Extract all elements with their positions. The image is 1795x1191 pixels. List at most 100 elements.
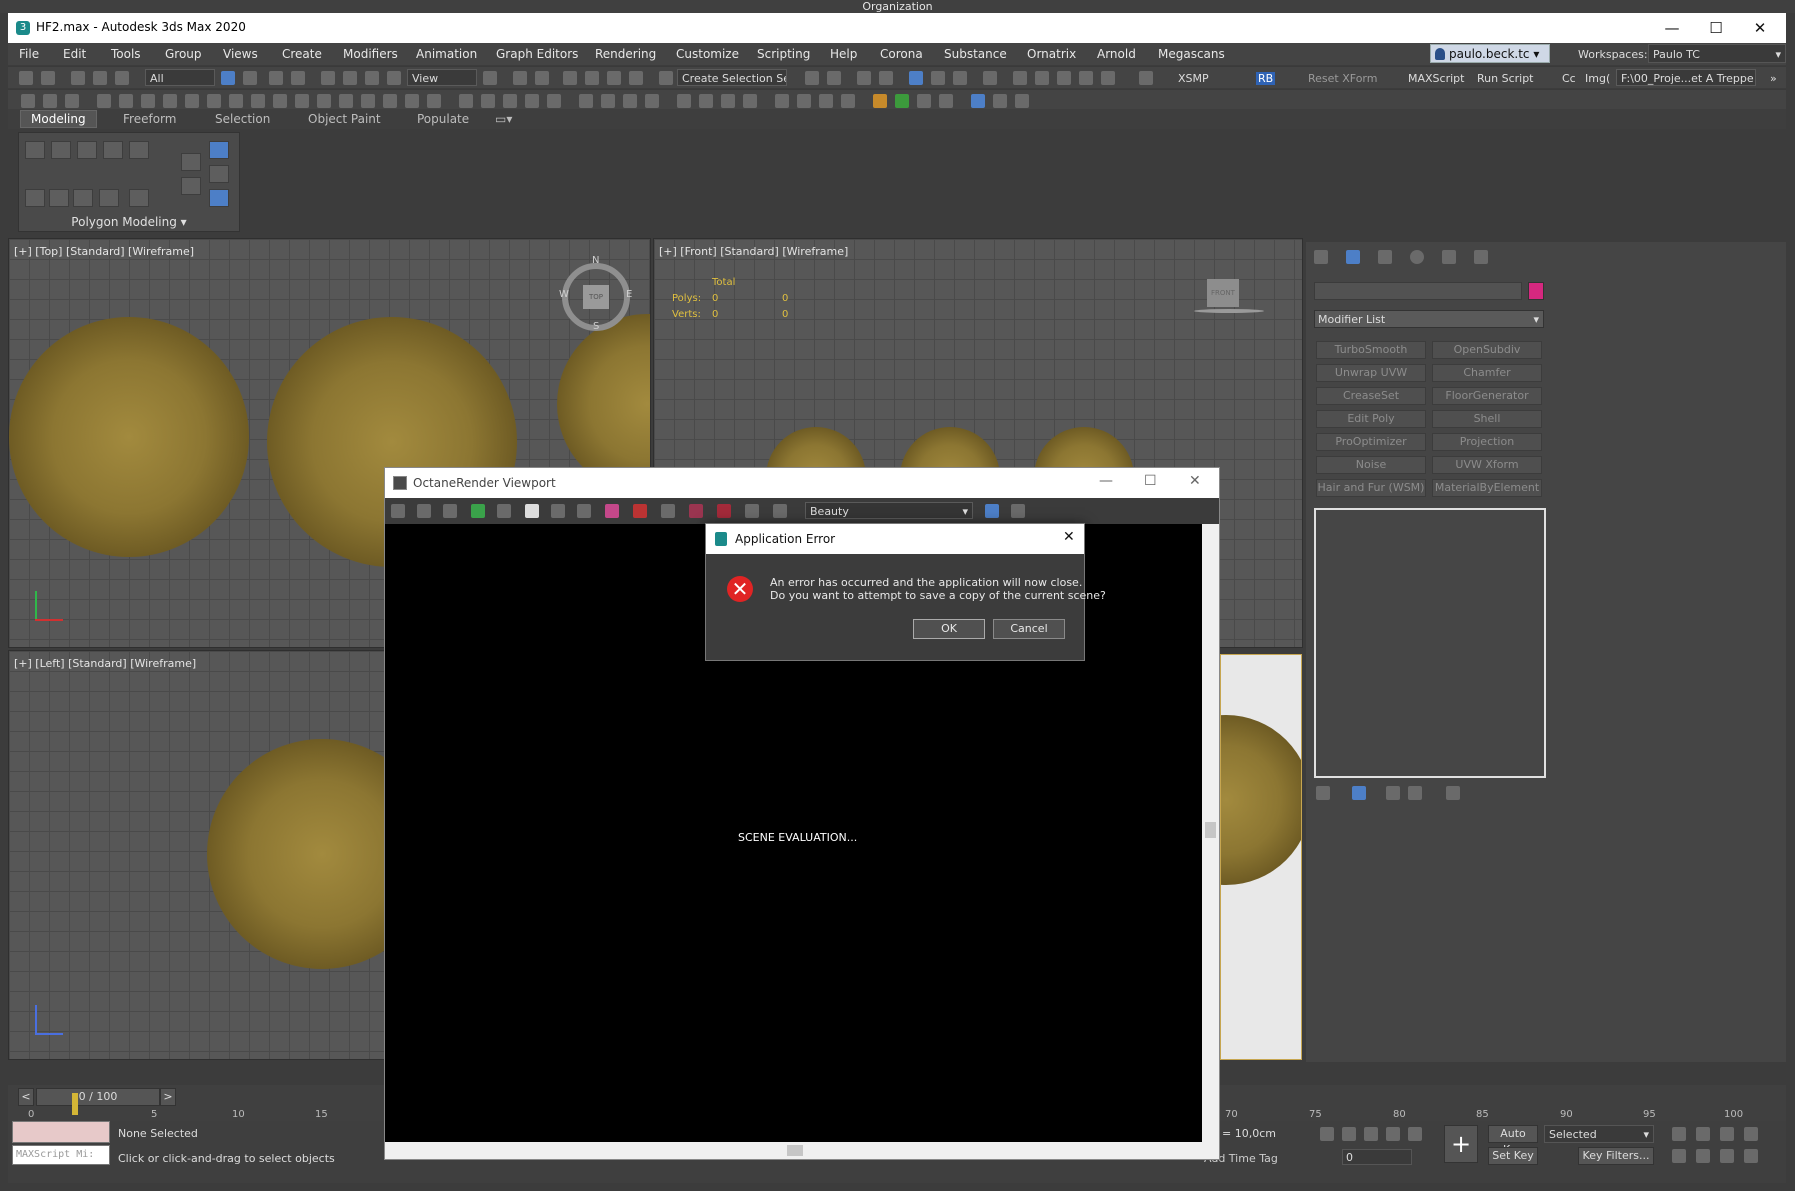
maxscript-button[interactable]: MAXScript <box>1408 72 1464 85</box>
ribbon-tool-icon[interactable] <box>49 189 69 207</box>
plugin-tool-icon[interactable] <box>427 94 441 108</box>
ribbon-panel-label[interactable]: Polygon Modeling ▾ <box>19 215 239 229</box>
window-crossing-icon[interactable] <box>291 71 305 85</box>
pin-stack-icon[interactable] <box>1316 786 1330 800</box>
menu-corona[interactable]: Corona <box>880 47 923 61</box>
keyboard-shortcut-icon[interactable] <box>535 71 549 85</box>
octane-pause-icon[interactable] <box>525 504 539 518</box>
plugin-tool-icon[interactable] <box>939 94 953 108</box>
ok-button[interactable]: OK <box>913 619 985 639</box>
plugin-tool-icon[interactable] <box>917 94 931 108</box>
tab-freeform[interactable]: Freeform <box>123 112 176 126</box>
ribbon-tool-icon[interactable] <box>209 141 229 159</box>
ribbon-options-icon[interactable]: ▭▾ <box>495 112 512 126</box>
render-in-cloud-icon[interactable] <box>1101 71 1115 85</box>
redo-icon[interactable] <box>41 71 55 85</box>
plugin-tool-icon[interactable] <box>721 94 735 108</box>
plugin-tool-icon[interactable] <box>645 94 659 108</box>
maxscript-listener-top[interactable] <box>12 1121 110 1143</box>
modifier-materialbyelement-button[interactable]: MaterialByElement <box>1432 479 1542 497</box>
ribbon-tool-icon[interactable] <box>25 141 45 159</box>
menu-file[interactable]: File <box>19 47 39 61</box>
plugin-tool-icon[interactable] <box>317 94 331 108</box>
octane-maximize-button[interactable]: ☐ <box>1144 473 1157 489</box>
plugin-tool-icon[interactable] <box>405 94 419 108</box>
unlink-icon[interactable] <box>93 71 107 85</box>
plugin-tool-icon[interactable] <box>841 94 855 108</box>
ribbon-tool-icon[interactable] <box>181 177 201 195</box>
align-icon[interactable] <box>827 71 841 85</box>
selection-filter-dropdown[interactable]: All <box>145 69 215 86</box>
ribbon-tool-icon[interactable] <box>209 189 229 207</box>
menu-tools[interactable]: Tools <box>111 47 141 61</box>
plugin-tool-icon[interactable] <box>273 94 287 108</box>
hair-ball-object[interactable] <box>1221 715 1301 885</box>
plugin-tool-icon[interactable] <box>339 94 353 108</box>
edit-named-selection-icon[interactable] <box>659 71 673 85</box>
scene-explorer-icon[interactable] <box>857 71 871 85</box>
menu-views[interactable]: Views <box>223 47 258 61</box>
viewcube-front-face[interactable]: FRONT <box>1207 279 1239 307</box>
modifier-prooptimizer-button[interactable]: ProOptimizer <box>1316 433 1426 451</box>
make-unique-icon[interactable] <box>1386 786 1400 800</box>
modifier-uvw-xform-button[interactable]: UVW Xform <box>1432 456 1542 474</box>
plugin-tool-icon[interactable] <box>775 94 789 108</box>
viewcube-top-face[interactable]: TOP <box>583 285 609 309</box>
maxscript-mini-listener[interactable]: MAXScript Mi: <box>12 1145 110 1165</box>
error-dialog-close-button[interactable]: ✕ <box>1063 529 1075 545</box>
ribbon-tool-icon[interactable] <box>103 141 123 159</box>
tab-object-paint[interactable]: Object Paint <box>308 112 381 126</box>
plugin-tool-icon[interactable] <box>547 94 561 108</box>
ribbon-tool-icon[interactable] <box>209 165 229 183</box>
plugin-tool-icon[interactable] <box>623 94 637 108</box>
rotate-icon[interactable] <box>343 71 357 85</box>
create-tab-icon[interactable] <box>1314 250 1328 264</box>
object-color-swatch[interactable] <box>1528 282 1544 300</box>
place-icon[interactable] <box>387 71 401 85</box>
octane-vertical-scrollbar[interactable] <box>1202 524 1219 1144</box>
render-production-icon[interactable] <box>1057 71 1071 85</box>
next-key-icon[interactable] <box>1386 1127 1400 1141</box>
modifier-stack-list[interactable] <box>1314 508 1546 778</box>
snaps-toggle-icon[interactable] <box>563 71 577 85</box>
set-keys-button[interactable]: + <box>1444 1125 1478 1163</box>
ribbon-tool-icon[interactable] <box>77 141 97 159</box>
ribbon-toggle-icon[interactable] <box>909 71 923 85</box>
modifier-opensubdiv-button[interactable]: OpenSubdiv <box>1432 341 1542 359</box>
project-path-dropdown[interactable]: F:\00_Proje...et A Treppe <box>1616 69 1756 86</box>
set-key-button[interactable]: Set Key <box>1488 1147 1538 1165</box>
scrollbar-thumb[interactable] <box>1205 822 1216 838</box>
rendered-frame-window-icon[interactable] <box>1035 71 1049 85</box>
rectangular-selection-icon[interactable] <box>269 71 283 85</box>
modifier-creaseset-button[interactable]: CreaseSet <box>1316 387 1426 405</box>
plugin-tool-icon[interactable] <box>43 94 57 108</box>
plugin-tool-icon[interactable] <box>525 94 539 108</box>
cc-button[interactable]: Cc <box>1562 72 1576 85</box>
octane-tool-icon[interactable] <box>985 504 999 518</box>
plugin-tool-icon[interactable] <box>503 94 517 108</box>
plugin-tool-icon[interactable] <box>1015 94 1029 108</box>
pivot-center-icon[interactable] <box>483 71 497 85</box>
octane-tool-icon[interactable] <box>633 504 647 518</box>
previous-frame-button[interactable]: < <box>18 1088 34 1106</box>
zoom-icon[interactable] <box>1672 1127 1686 1141</box>
octane-tool-icon[interactable] <box>1011 504 1025 518</box>
octane-minimize-button[interactable]: — <box>1099 473 1113 489</box>
percent-snap-icon[interactable] <box>607 71 621 85</box>
goto-end-icon[interactable] <box>1408 1127 1422 1141</box>
object-name-field[interactable] <box>1314 282 1522 300</box>
octane-tool-icon[interactable] <box>443 504 457 518</box>
plugin-tool-icon[interactable] <box>97 94 111 108</box>
zoom-extents-icon[interactable] <box>1720 1127 1734 1141</box>
run-script-button[interactable]: Run Script <box>1477 72 1534 85</box>
zoom-all-icon[interactable] <box>1696 1127 1710 1141</box>
plugin-tool-icon[interactable] <box>65 94 79 108</box>
spinner-snap-icon[interactable] <box>629 71 643 85</box>
reference-coordinate-dropdown[interactable]: View <box>407 69 477 86</box>
toolbar-overflow-icon[interactable]: » <box>1770 72 1777 85</box>
current-frame-field[interactable]: 0 <box>1342 1149 1412 1165</box>
plugin-tool-icon[interactable] <box>797 94 811 108</box>
modifier-unwrap-uvw-button[interactable]: Unwrap UVW <box>1316 364 1426 382</box>
current-frame-marker[interactable] <box>72 1093 78 1115</box>
menu-scripting[interactable]: Scripting <box>757 47 810 61</box>
